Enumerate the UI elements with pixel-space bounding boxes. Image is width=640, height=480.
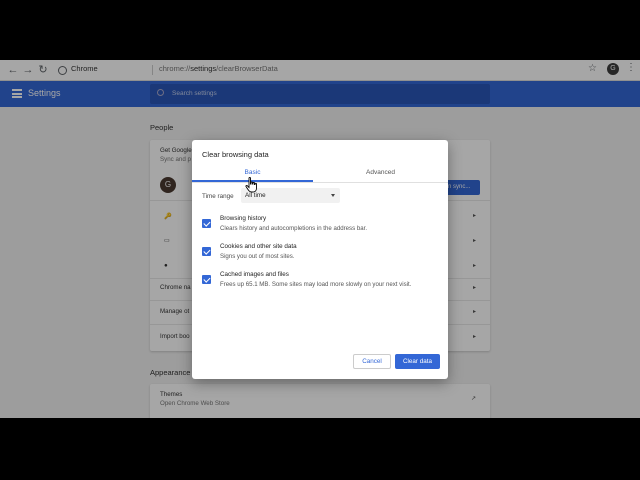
dropdown-caret-icon <box>331 194 335 197</box>
cookies-checkbox[interactable] <box>202 247 211 256</box>
cancel-button[interactable]: Cancel <box>353 354 391 369</box>
browsing-history-checkbox[interactable] <box>202 219 211 228</box>
time-range-label: Time range <box>202 193 234 200</box>
clear-browsing-data-dialog: Clear browsing data Basic Advanced Time … <box>192 140 448 379</box>
clear-data-button[interactable]: Clear data <box>395 354 440 369</box>
option-cached-images: Cached images and files Frees up 65.1 MB… <box>192 271 448 295</box>
browser-window: ← → ↻ Chrome chrome://settings/clearBrow… <box>0 60 640 418</box>
option-browsing-history: Browsing history Clears history and auto… <box>192 215 448 239</box>
cached-images-checkbox[interactable] <box>202 275 211 284</box>
option-cookies: Cookies and other site data Signs you ou… <box>192 243 448 267</box>
tab-advanced[interactable]: Advanced <box>320 168 441 182</box>
hand-cursor-icon <box>245 177 257 193</box>
dialog-title: Clear browsing data <box>202 150 269 159</box>
